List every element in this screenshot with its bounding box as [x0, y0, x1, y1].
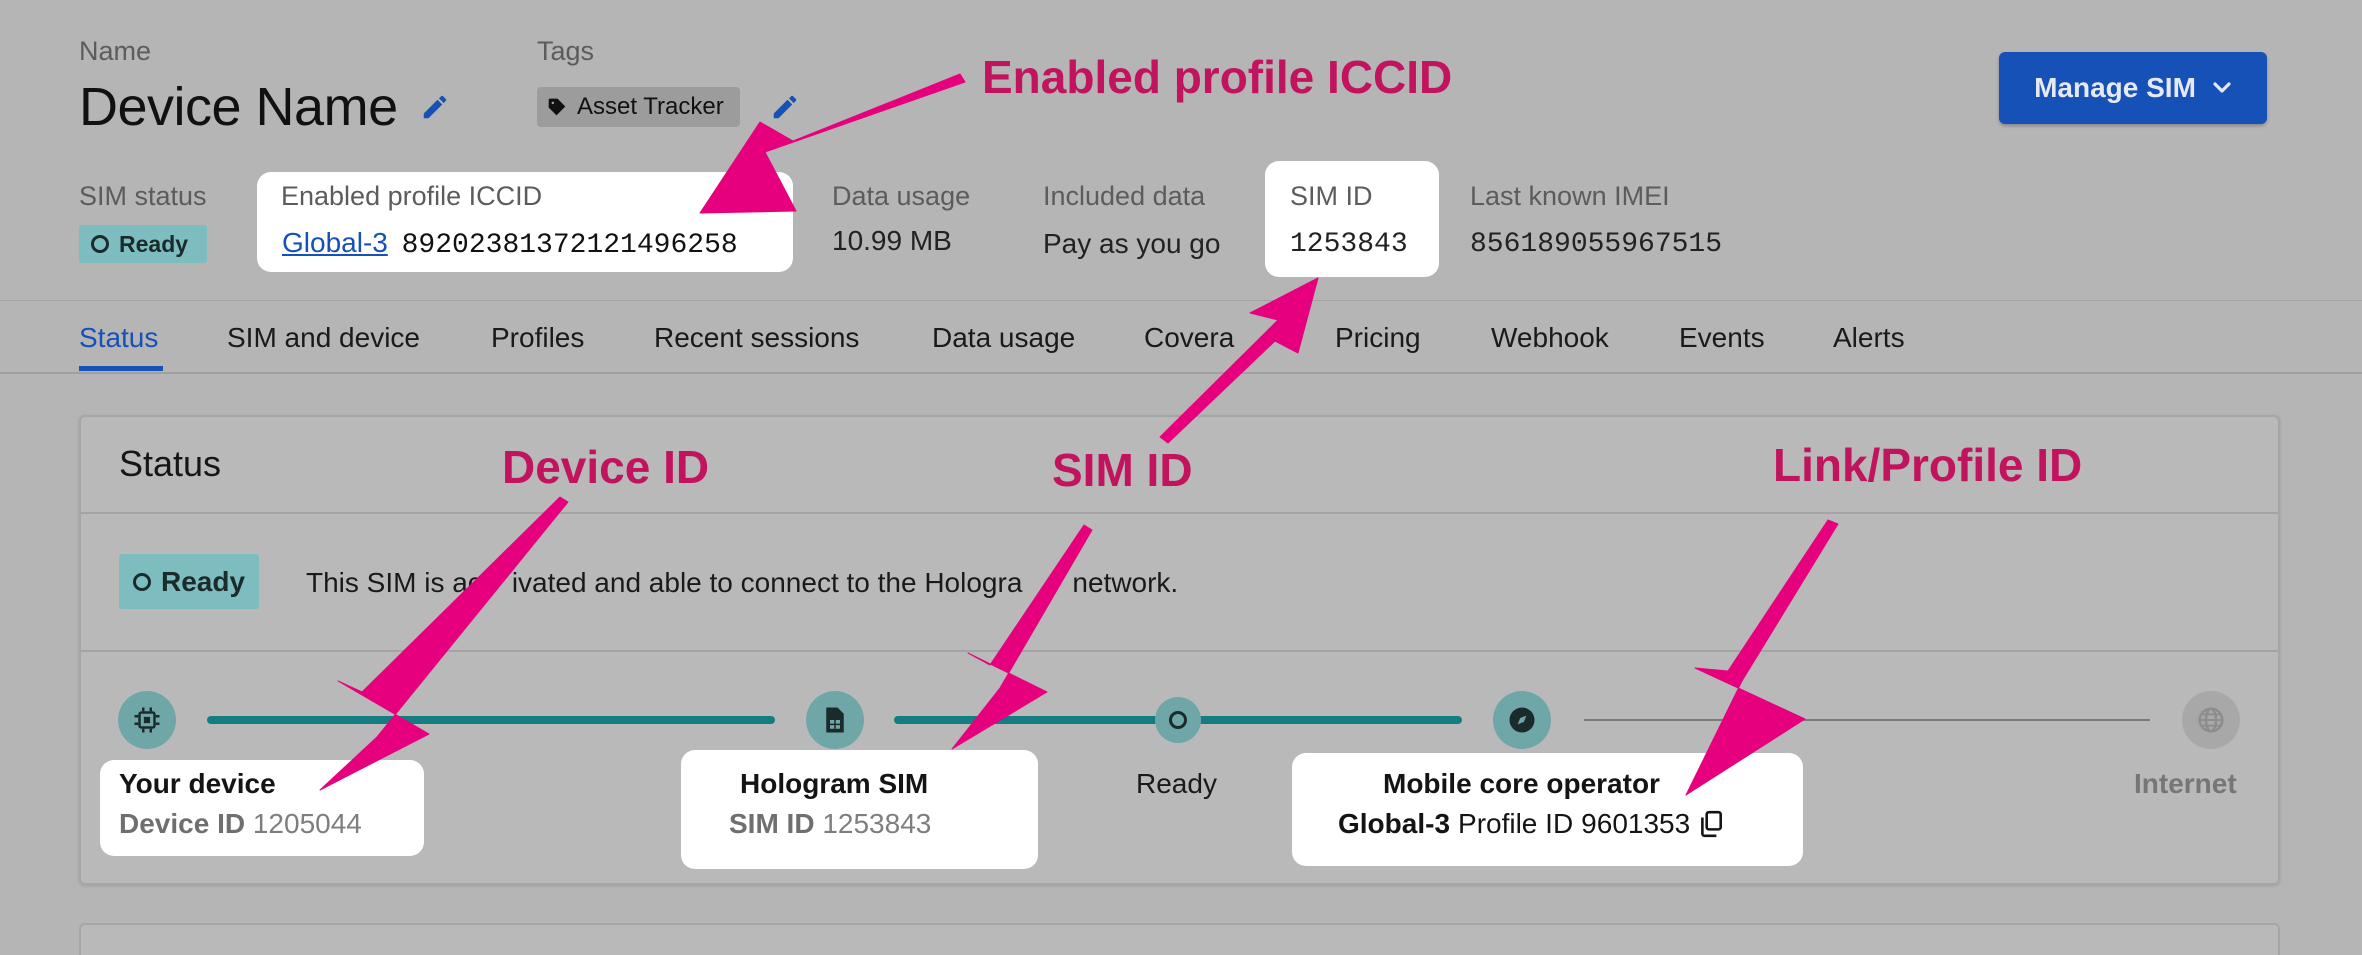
- arrow-to-timeline-sim-id: [951, 524, 1093, 750]
- arrow-to-top-sim-id: [1159, 277, 1319, 444]
- annotation-iccid: Enabled profile ICCID: [982, 51, 1453, 103]
- arrow-to-device-id: [319, 496, 569, 791]
- annotation-sim-id: SIM ID: [1052, 444, 1193, 496]
- annotation-link-profile-id: Link/Profile ID: [1773, 439, 2083, 491]
- arrow-to-profile-id: [1685, 519, 1839, 796]
- annotation-device-id: Device ID: [502, 441, 710, 493]
- arrow-to-iccid: [699, 73, 966, 214]
